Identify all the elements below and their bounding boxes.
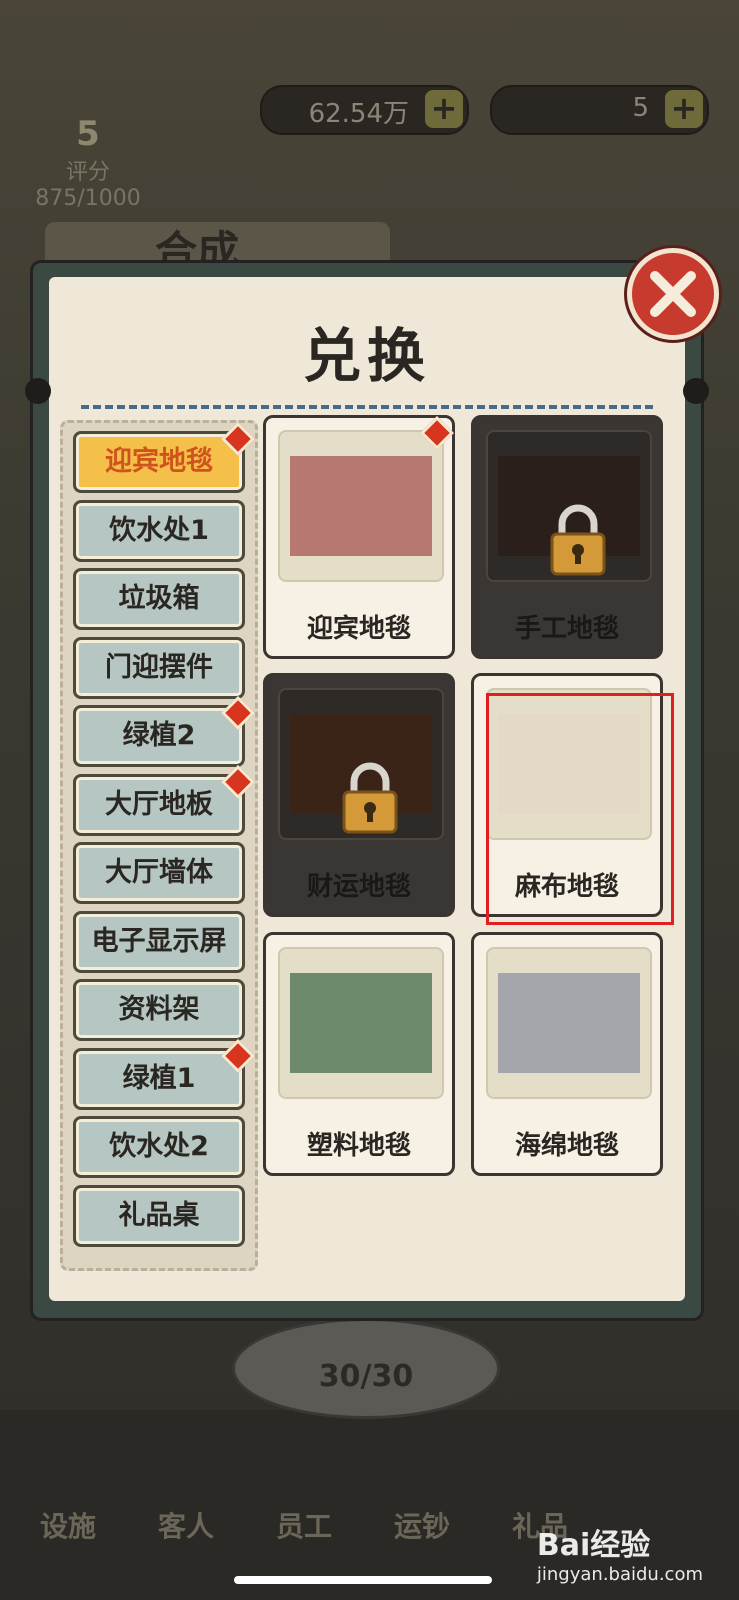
lock-icon xyxy=(550,504,606,576)
carpet-swatch xyxy=(290,973,432,1073)
category-item[interactable]: 大厅墙体 xyxy=(73,842,245,904)
carpet-card[interactable]: 迎宾地毯 xyxy=(263,415,455,659)
counter-text: 30/30 xyxy=(318,1359,414,1394)
category-item[interactable]: 垃圾箱 xyxy=(73,568,245,630)
watermark: Bai经验 jingyan.baidu.com xyxy=(537,1520,703,1585)
carpet-name: 海绵地毯 xyxy=(514,1131,619,1161)
watermark-url: jingyan.baidu.com xyxy=(536,1564,703,1585)
close-icon xyxy=(650,271,696,317)
gem-value: 5 xyxy=(632,93,649,123)
divider-notch-right xyxy=(683,378,709,404)
carpet-name: 迎宾地毯 xyxy=(306,614,411,644)
gem-counter: 5 + xyxy=(490,85,709,135)
carpet-name: 财运地毯 xyxy=(306,872,411,902)
carpet-name: 塑料地毯 xyxy=(306,1131,411,1161)
nav-item[interactable]: 员工 xyxy=(254,1505,354,1545)
cash-value: 62.54万 xyxy=(308,99,409,129)
carpet-card[interactable]: 财运地毯 xyxy=(263,673,455,917)
rating-value: 5 xyxy=(76,114,100,154)
carpet-card[interactable]: 手工地毯 xyxy=(471,415,663,659)
carpet-card[interactable]: 塑料地毯 xyxy=(263,932,455,1176)
category-item[interactable]: 门迎摆件 xyxy=(73,636,245,699)
category-list[interactable]: 迎宾地毯 饮水处1 垃圾箱 门迎摆件 绿植2 大厅地板 大厅墙体 电子显示屏 资料架 绿植1 饮水处… xyxy=(60,420,258,1271)
carpet-swatch xyxy=(498,973,640,1073)
carpet-preview xyxy=(486,947,652,1099)
selection-highlight xyxy=(486,693,674,925)
carpet-preview xyxy=(278,688,444,840)
rating-progress: 875/1000 xyxy=(35,186,141,211)
add-cash-button[interactable]: + xyxy=(425,90,463,128)
watermark-brand: Bai经验 xyxy=(536,1528,651,1563)
carpet-swatch xyxy=(290,456,432,556)
dialog-title: 兑换 xyxy=(302,322,431,390)
category-item[interactable]: 绿植1 xyxy=(73,1047,245,1110)
nav-item[interactable]: 运钞 xyxy=(372,1505,472,1545)
rating-badge: 5 评分 875/1000 xyxy=(18,90,158,230)
category-item[interactable]: 大厅地板 xyxy=(73,773,245,836)
category-item[interactable]: 饮水处2 xyxy=(73,1116,245,1178)
category-item[interactable]: 电子显示屏 xyxy=(73,910,245,973)
rating-label: 评分 xyxy=(65,160,110,185)
category-item[interactable]: 迎宾地毯 xyxy=(73,431,245,493)
lock-icon xyxy=(342,762,398,834)
category-item[interactable]: 资料架 xyxy=(73,979,245,1041)
title-divider xyxy=(81,405,653,409)
home-indicator[interactable] xyxy=(234,1576,492,1584)
carpet-name: 手工地毯 xyxy=(514,614,619,644)
cash-counter: 62.54万 + xyxy=(260,85,469,135)
carpet-preview xyxy=(278,947,444,1099)
progress-counter: 30/30 xyxy=(232,1318,500,1419)
category-item[interactable]: 饮水处1 xyxy=(73,499,245,562)
nav-item[interactable]: 客人 xyxy=(136,1505,236,1545)
add-gem-button[interactable]: + xyxy=(665,90,703,128)
category-item[interactable]: 绿植2 xyxy=(73,705,245,767)
close-button[interactable] xyxy=(627,248,719,340)
carpet-preview xyxy=(486,430,652,582)
carpet-preview xyxy=(278,430,444,582)
carpet-card[interactable]: 海绵地毯 xyxy=(471,932,663,1176)
divider-notch-left xyxy=(25,378,51,404)
category-item[interactable]: 礼品桌 xyxy=(73,1184,245,1247)
nav-item[interactable]: 设施 xyxy=(18,1505,118,1545)
